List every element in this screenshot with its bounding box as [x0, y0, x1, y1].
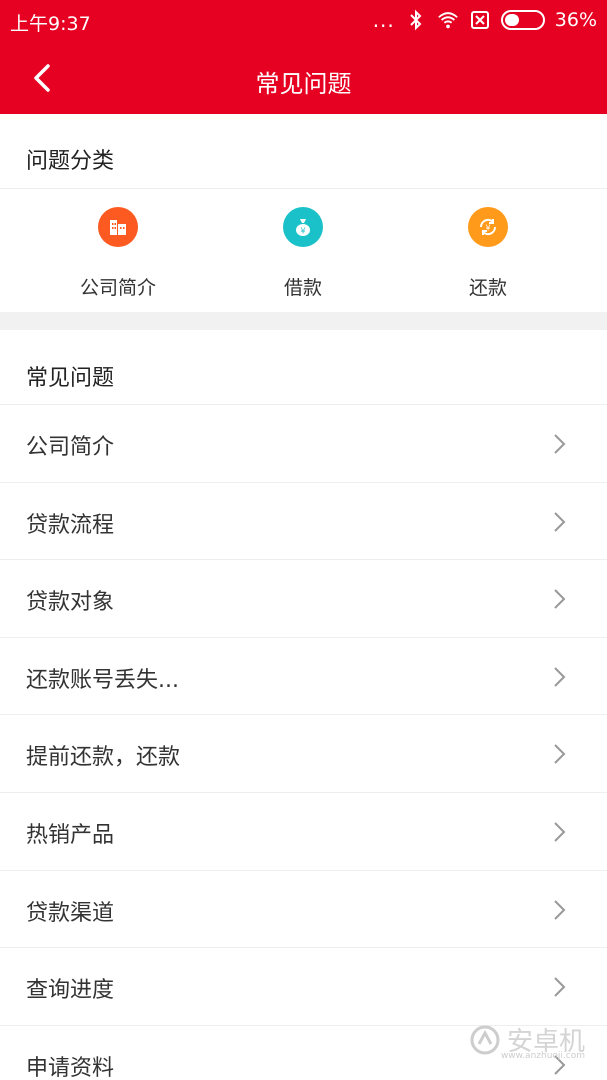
svg-text:¥: ¥: [485, 224, 490, 233]
watermark-emblem-icon: [470, 1025, 500, 1054]
faq-list: 公司简介 贷款流程 贷款对象 还款账号丢失... 提前还款，还款 热销产品 贷款…: [0, 404, 607, 1080]
faq-item-label: 申请资料: [26, 1055, 115, 1080]
status-bar: 上午9:37 ... 36%: [0, 0, 607, 42]
no-sim-icon: [470, 11, 489, 29]
repay-cycle-icon: ¥: [468, 207, 508, 247]
category-repay[interactable]: ¥ 还款: [408, 189, 568, 313]
category-company-intro[interactable]: 公司简介: [38, 189, 198, 313]
faq-item[interactable]: 查询进度: [0, 947, 607, 1025]
chevron-right-icon: [554, 511, 566, 532]
battery-percent: 36%: [554, 9, 597, 31]
faq-item[interactable]: 贷款渠道: [0, 869, 607, 948]
section-divider: [0, 312, 607, 330]
chevron-right-icon: [554, 589, 566, 609]
app-header: 上午9:37 ... 36% 常见问题: [0, 0, 607, 114]
category-label: 公司简介: [79, 277, 156, 299]
faq-item[interactable]: 热销产品: [0, 791, 607, 870]
chevron-right-icon: [554, 822, 566, 842]
chevron-right-icon: [554, 899, 566, 920]
faq-item[interactable]: 公司简介: [0, 404, 607, 482]
money-bag-icon: ¥: [283, 207, 323, 247]
category-label: 借款: [283, 277, 322, 299]
watermark-url: www.anzhuoji.com: [500, 1051, 585, 1061]
watermark-logo: 安卓机 www.anzhuoji.com: [469, 1021, 585, 1061]
category-label: 还款: [468, 277, 507, 299]
faq-item-label: 公司简介: [26, 435, 115, 460]
faq-item-label: 提前还款，还款: [26, 745, 181, 771]
battery-icon: [500, 10, 545, 30]
faq-heading: 常见问题: [26, 366, 115, 391]
chevron-right-icon: [554, 667, 566, 687]
nav-bar: 常见问题: [0, 42, 607, 114]
faq-item-label: 贷款流程: [26, 512, 115, 538]
wifi-icon: [437, 12, 458, 29]
page-title: 常见问题: [255, 70, 352, 98]
category-borrow[interactable]: ¥ 借款: [223, 189, 383, 313]
faq-item-label: 贷款渠道: [26, 900, 115, 926]
company-building-icon: [98, 207, 138, 247]
chevron-right-icon: [554, 744, 566, 765]
faq-item[interactable]: 贷款流程: [0, 481, 607, 560]
faq-item[interactable]: 提前还款，还款: [0, 714, 607, 792]
category-row: 公司简介 ¥ 借款 ¥ 还款: [0, 188, 607, 312]
chevron-right-icon: [554, 434, 566, 454]
svg-text:¥: ¥: [300, 227, 305, 236]
faq-item-label: 还款账号丢失...: [26, 667, 179, 693]
categories-heading: 问题分类: [26, 149, 115, 174]
faq-item[interactable]: 还款账号丢失...: [0, 636, 607, 715]
more-dots-indicator: ...: [372, 8, 395, 32]
status-time: 上午9:37: [10, 13, 91, 35]
faq-item[interactable]: 贷款对象: [0, 559, 607, 637]
faq-item-label: 热销产品: [26, 822, 115, 848]
faq-item-label: 查询进度: [26, 978, 115, 1004]
status-icons: ... 36%: [373, 8, 597, 32]
faq-item-label: 贷款对象: [26, 590, 115, 616]
bluetooth-icon: [410, 9, 422, 31]
chevron-right-icon: [554, 977, 566, 997]
